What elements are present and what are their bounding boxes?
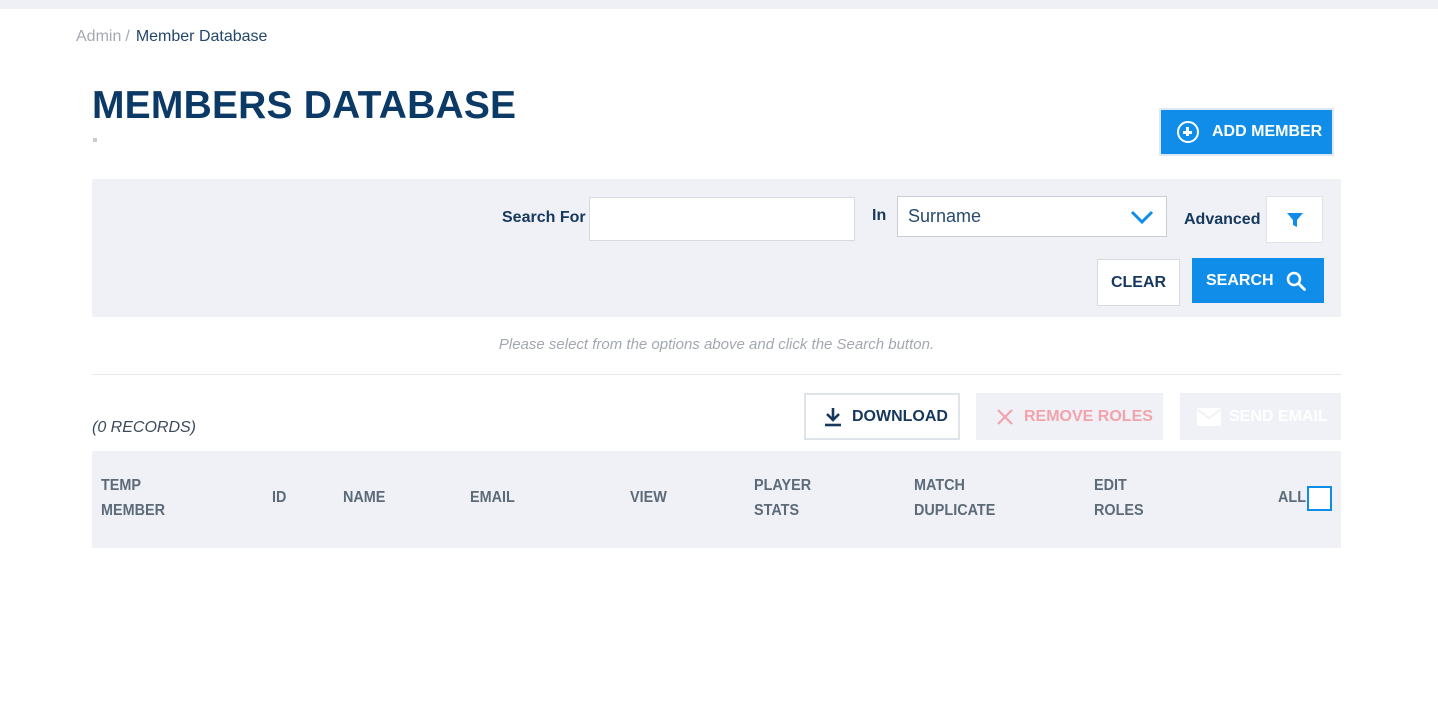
top-bar [0, 0, 1438, 9]
filter-icon [1286, 212, 1303, 227]
download-label: DOWNLOAD [852, 407, 948, 425]
search-field-select[interactable]: Surname [897, 196, 1167, 237]
column-edit-roles: EDIT ROLES [1094, 477, 1144, 519]
search-button-label: SEARCH [1206, 271, 1274, 289]
column-view: VIEW [630, 489, 667, 506]
column-match-duplicate: MATCH DUPLICATE [914, 477, 996, 519]
search-for-label: Search For [502, 209, 586, 226]
close-icon [997, 408, 1013, 425]
breadcrumb-admin-link[interactable]: Admin [76, 28, 121, 45]
download-icon [825, 407, 841, 426]
advanced-filter-button[interactable] [1266, 196, 1323, 243]
search-input[interactable] [589, 197, 855, 241]
search-button[interactable]: SEARCH [1192, 258, 1324, 303]
column-name: NAME [343, 489, 386, 506]
download-button[interactable]: DOWNLOAD [804, 393, 960, 440]
column-id: ID [272, 489, 287, 506]
mail-icon [1197, 407, 1221, 426]
table-header: TEMP MEMBER ID NAME EMAIL VIEW PLAYER ST… [92, 451, 1341, 548]
column-player-stats: PLAYER STATS [754, 477, 812, 519]
divider [92, 374, 1341, 375]
column-email: EMAIL [470, 489, 515, 506]
breadcrumb-current: Member Database [135, 28, 268, 45]
send-email-button[interactable]: SEND EMAIL [1180, 393, 1341, 440]
select-all-checkbox[interactable] [1307, 486, 1332, 511]
search-icon [1286, 271, 1306, 291]
column-all: ALL [1278, 489, 1306, 506]
search-panel: Search For In Surname Advanced CLEAR SEA… [92, 179, 1341, 317]
page-title: MEMBERS DATABASE [92, 84, 517, 127]
breadcrumb: Admin / Member Database [76, 28, 267, 46]
send-email-label: SEND EMAIL [1229, 407, 1328, 425]
add-member-label: ADD MEMBER [1212, 123, 1323, 140]
search-hint: Please select from the options above and… [498, 336, 935, 353]
search-field-selected: Surname [908, 206, 982, 226]
title-decoration [93, 138, 97, 142]
record-count: (0 RECORDS) [92, 419, 197, 436]
add-member-button[interactable]: ADD MEMBER [1159, 108, 1334, 156]
remove-roles-button[interactable]: REMOVE ROLES [976, 393, 1163, 440]
advanced-label: Advanced [1184, 211, 1261, 228]
remove-roles-label: REMOVE ROLES [1024, 407, 1153, 425]
plus-circle-icon [1177, 121, 1199, 143]
chevron-down-icon [1130, 210, 1154, 225]
column-temp-member: TEMP MEMBER [101, 477, 165, 519]
in-label: In [872, 207, 887, 224]
breadcrumb-separator: / [125, 28, 130, 45]
clear-button[interactable]: CLEAR [1097, 259, 1180, 306]
